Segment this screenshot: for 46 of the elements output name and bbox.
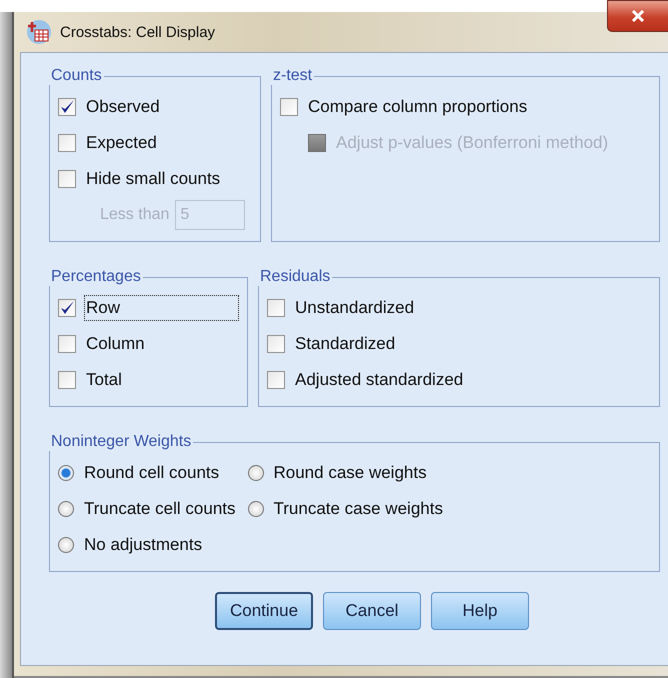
window-title: Crosstabs: Cell Display bbox=[60, 24, 216, 40]
less-than-label: Less than bbox=[100, 206, 170, 224]
option-label: Hide small counts bbox=[85, 168, 222, 190]
radio-button[interactable] bbox=[58, 465, 74, 481]
checkbox[interactable] bbox=[58, 299, 76, 317]
checkbox[interactable] bbox=[58, 371, 76, 389]
group-title: Noninteger Weights bbox=[50, 433, 192, 451]
option-label: Column bbox=[85, 333, 146, 355]
option-label: Adjusted standardized bbox=[294, 369, 464, 391]
group-title: z-test bbox=[272, 67, 314, 85]
checkbox[interactable] bbox=[58, 98, 76, 116]
dialog-button[interactable]: Help bbox=[431, 592, 529, 630]
option-label: No adjustments bbox=[83, 534, 204, 556]
option-label: Adjust p-values (Bonferroni method) bbox=[335, 132, 610, 154]
option-label: Row bbox=[84, 295, 239, 321]
group-title: Residuals bbox=[259, 268, 332, 286]
checkbox[interactable] bbox=[280, 98, 298, 116]
checkbox[interactable] bbox=[267, 371, 285, 389]
option-label: Round cell counts bbox=[83, 462, 220, 484]
checkbox[interactable] bbox=[267, 299, 285, 317]
crosstab-icon bbox=[26, 19, 52, 45]
option-label: Truncate cell counts bbox=[83, 498, 236, 520]
radio-button[interactable] bbox=[248, 465, 264, 481]
close-button[interactable] bbox=[607, 0, 668, 32]
dialog-button[interactable]: Cancel bbox=[323, 592, 421, 630]
checkbox[interactable] bbox=[267, 335, 285, 353]
option-label: Total bbox=[85, 369, 123, 391]
group-title: Counts bbox=[50, 67, 103, 85]
option-label: Round case weights bbox=[272, 462, 428, 484]
option-label: Compare column proportions bbox=[307, 96, 528, 118]
checkmark-icon bbox=[59, 99, 75, 115]
option-label: Truncate case weights bbox=[272, 498, 444, 520]
checkmark-icon bbox=[59, 300, 75, 316]
checkbox[interactable] bbox=[58, 335, 76, 353]
checkbox[interactable] bbox=[58, 134, 76, 152]
radio-button[interactable] bbox=[248, 501, 264, 517]
radio-button[interactable] bbox=[58, 537, 74, 553]
option-label: Expected bbox=[85, 132, 158, 154]
checkbox[interactable] bbox=[58, 170, 76, 188]
option-label: Observed bbox=[85, 96, 161, 118]
option-label: Standardized bbox=[294, 333, 396, 355]
option-label: Unstandardized bbox=[294, 297, 416, 319]
close-icon bbox=[631, 10, 645, 22]
group-title: Percentages bbox=[50, 268, 142, 286]
radio-button[interactable] bbox=[58, 501, 74, 517]
dialog-button[interactable]: Continue bbox=[215, 592, 313, 630]
